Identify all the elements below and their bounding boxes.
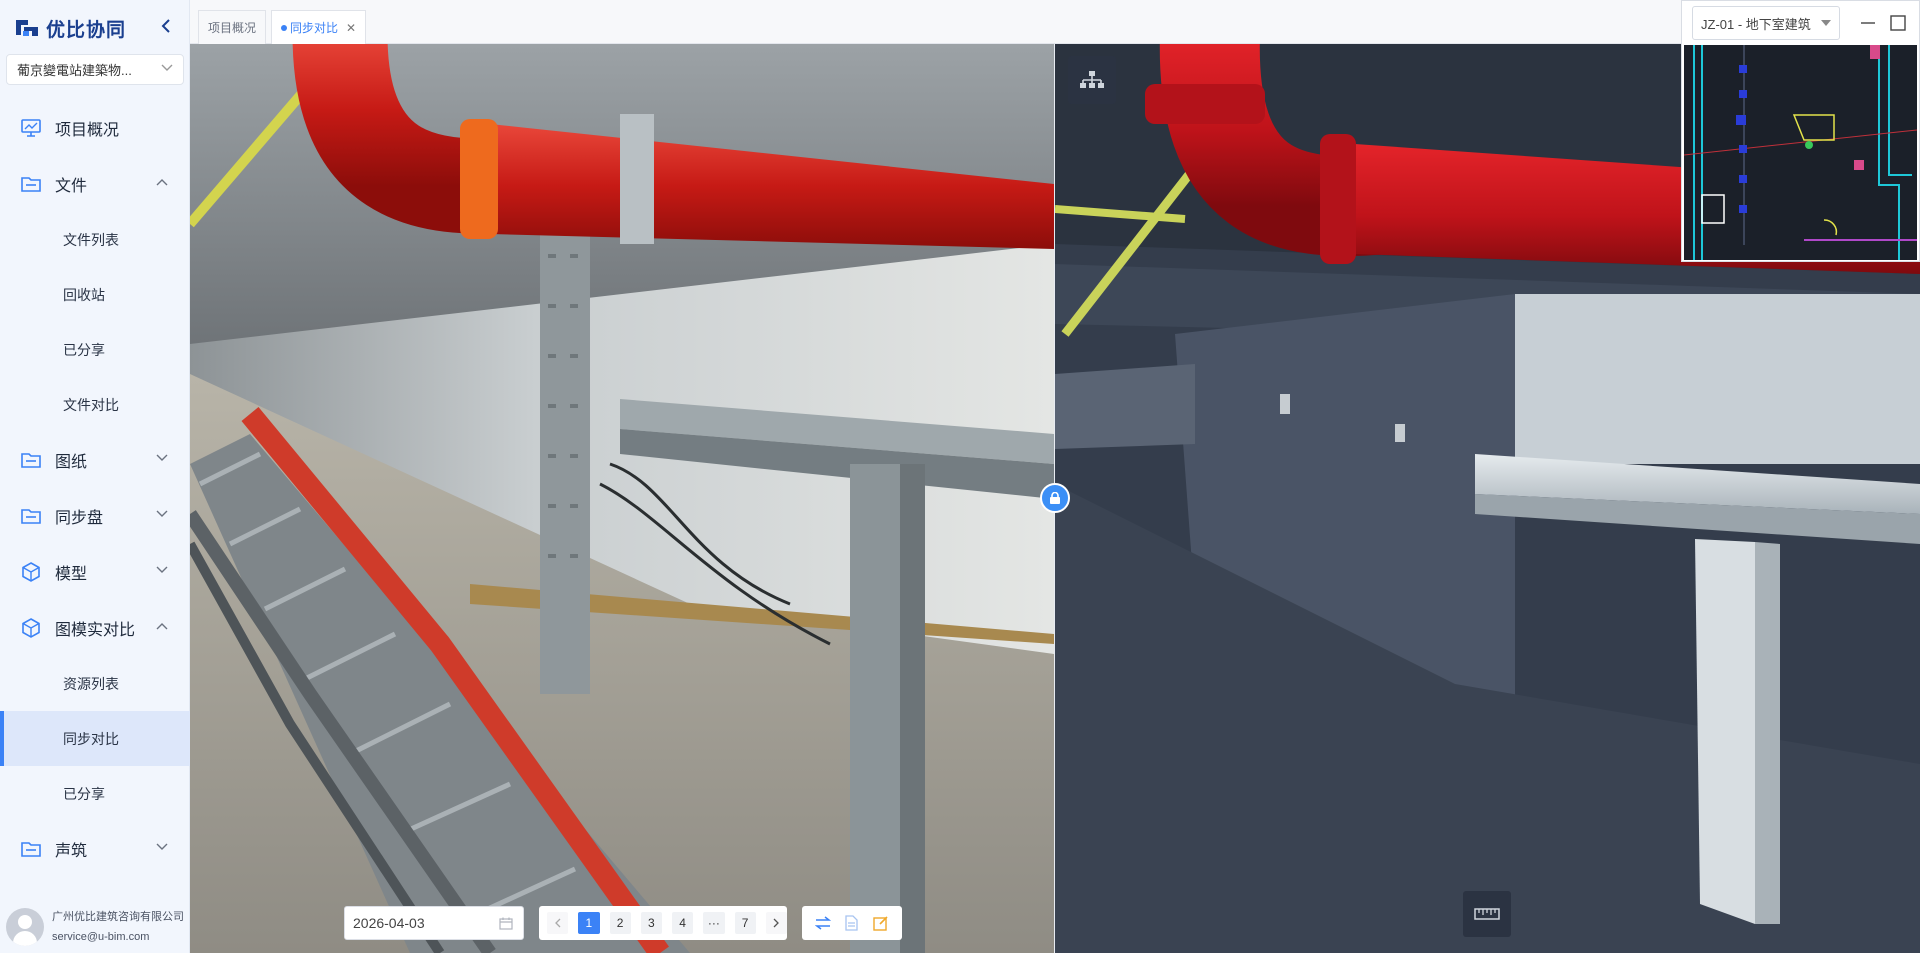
chevron-up-icon — [156, 179, 168, 186]
active-dot-icon — [281, 24, 287, 31]
page-button[interactable]: 4 — [672, 912, 694, 934]
model-tree-button[interactable] — [1068, 56, 1116, 104]
document-icon — [845, 915, 859, 931]
logo-text: 优比协同 — [46, 19, 127, 41]
folder-icon — [20, 838, 42, 860]
document-button[interactable] — [842, 913, 862, 933]
maximize-icon — [1890, 15, 1906, 31]
folder-icon — [20, 173, 42, 195]
next-page-button[interactable] — [765, 912, 787, 934]
menu-item-files[interactable]: 文件 — [0, 156, 190, 212]
calendar-icon — [499, 917, 513, 930]
tab-sync-compare[interactable]: 同步对比 ✕ — [271, 10, 367, 44]
menu-item-label: 图纸 — [55, 454, 88, 471]
ruler-icon — [1474, 908, 1500, 920]
floor-select[interactable]: JZ-01 - 地下室建筑 — [1692, 6, 1840, 40]
floor-plan-drawing — [1684, 45, 1917, 260]
chevron-right-icon — [773, 918, 779, 928]
date-picker[interactable]: 2026-04-03 — [344, 906, 524, 940]
hierarchy-icon — [1080, 71, 1104, 88]
chevron-up-icon — [156, 623, 168, 630]
page-button[interactable]: 3 — [640, 912, 662, 934]
menu-item-label: 图模实对比 — [55, 622, 136, 639]
project-select-value: 葡京變電站建築物... — [17, 63, 132, 78]
user-company: 广州优比建筑咨询有限公司 — [52, 910, 184, 923]
menu-item-label: 文件 — [55, 178, 88, 195]
page-button[interactable]: 2 — [609, 912, 631, 934]
tab-project-overview[interactable]: 项目概况 — [198, 10, 267, 44]
view-actions — [802, 906, 902, 940]
site-photo — [190, 44, 1054, 953]
submenu-item-shared[interactable]: 已分享 — [0, 322, 190, 377]
monitor-icon — [20, 117, 42, 139]
floor-plan-panel: JZ-01 - 地下室建筑 — [1681, 0, 1920, 262]
collapse-sidebar-button[interactable] — [156, 16, 176, 36]
measure-button[interactable] — [1463, 891, 1511, 937]
minimize-icon — [1861, 22, 1875, 24]
menu-item-sync-disk[interactable]: 同步盘 — [0, 488, 190, 544]
chevron-left-icon — [555, 918, 561, 928]
maximize-button[interactable] — [1888, 13, 1908, 33]
menu-item-label: 声筑 — [55, 843, 88, 860]
submenu-item-recycle-bin[interactable]: 回收站 — [0, 267, 190, 322]
floor-plan-minimap[interactable] — [1684, 45, 1917, 260]
menu-item-label: 模型 — [55, 566, 88, 583]
menu-item-drawings[interactable]: 图纸 — [0, 432, 190, 488]
menu-item-label: 同步盘 — [55, 510, 104, 527]
page-button[interactable]: 1 — [578, 912, 600, 934]
lock-icon — [1050, 491, 1060, 504]
menu-item-compare[interactable]: 图模实对比 — [0, 600, 190, 656]
menu-item-overview[interactable]: 项目概况 — [0, 100, 190, 156]
menu-item-label: 项目概况 — [55, 122, 120, 139]
project-select[interactable]: 葡京變電站建築物... — [6, 54, 184, 85]
logo: 优比协同 — [14, 14, 126, 42]
swap-icon — [814, 916, 831, 930]
submenu-item-resource-list[interactable]: 资源列表 — [0, 656, 190, 711]
logo-icon — [16, 20, 38, 36]
submenu-item-sync-compare[interactable]: 同步对比 — [0, 711, 190, 766]
site-photo-viewer[interactable] — [190, 44, 1054, 953]
submenu-item-file-list[interactable]: 文件列表 — [0, 212, 190, 267]
submenu-item-compare-shared[interactable]: 已分享 — [0, 766, 190, 821]
chevron-down-icon — [156, 454, 168, 461]
tab-bar: 项目概况 同步对比 ✕ — [190, 0, 1920, 44]
pagination: 1 2 3 4 ··· 7 — [539, 906, 787, 940]
chevron-down-icon — [156, 566, 168, 573]
prev-page-button[interactable] — [547, 912, 569, 934]
user-profile[interactable]: 广州优比建筑咨询有限公司 service@u-bim.com — [0, 900, 190, 953]
date-value: 2026-04-03 — [353, 915, 425, 931]
chevron-down-icon — [156, 843, 168, 850]
edit-icon — [873, 916, 888, 931]
page-ellipsis[interactable]: ··· — [703, 912, 725, 934]
menu-item-acoustic[interactable]: 声筑 — [0, 821, 190, 877]
cube-icon — [20, 561, 42, 583]
chevron-down-icon — [156, 510, 168, 517]
caret-down-icon — [1821, 20, 1831, 26]
menu-item-model[interactable]: 模型 — [0, 544, 190, 600]
user-email: service@u-bim.com — [52, 930, 150, 943]
page-button[interactable]: 7 — [734, 912, 756, 934]
cube-icon — [20, 617, 42, 639]
avatar — [6, 907, 44, 946]
tab-label: 项目概况 — [208, 21, 257, 35]
chevron-down-icon — [161, 64, 173, 71]
submenu-item-file-compare[interactable]: 文件对比 — [0, 377, 190, 432]
close-icon[interactable]: ✕ — [346, 21, 356, 35]
folder-icon — [20, 449, 42, 471]
sync-lock-button[interactable] — [1040, 483, 1070, 513]
floor-select-value: JZ-01 - 地下室建筑 — [1701, 16, 1811, 32]
annotate-button[interactable] — [871, 913, 891, 933]
sidebar: 优比协同 葡京變電站建築物... 项目概况 文件 文件列表 回收站 已分享 文件… — [0, 0, 190, 953]
main-menu: 项目概况 文件 文件列表 回收站 已分享 文件对比 图纸 同步盘 模型 图模实对… — [0, 100, 190, 877]
tab-label: 同步对比 — [290, 21, 339, 35]
minimize-button[interactable] — [1858, 13, 1878, 33]
folder-icon — [20, 505, 42, 527]
swap-view-button[interactable] — [813, 913, 833, 933]
chevron-left-icon — [161, 19, 170, 33]
